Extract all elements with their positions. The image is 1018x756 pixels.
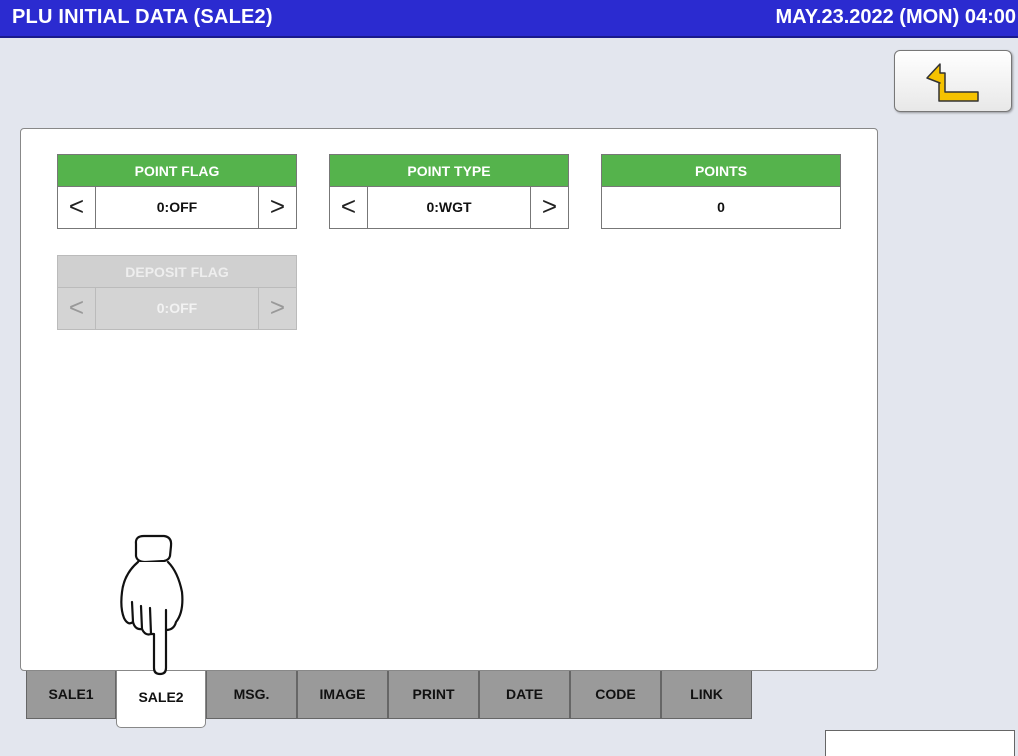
title-bar: PLU INITIAL DATA (SALE2) MAY.23.2022 (MO… (0, 0, 1018, 38)
deposit-flag-label: DEPOSIT FLAG (58, 256, 296, 288)
deposit-flag-field: DEPOSIT FLAG < 0:OFF > (57, 255, 297, 330)
points-label: POINTS (602, 155, 840, 187)
points-value[interactable]: 0 (602, 187, 840, 228)
tab-msg[interactable]: MSG. (206, 671, 297, 719)
tab-date[interactable]: DATE (479, 671, 570, 719)
point-type-next-button[interactable]: > (530, 187, 568, 228)
point-flag-field: POINT FLAG < 0:OFF > (57, 154, 297, 229)
tab-code[interactable]: CODE (570, 671, 661, 719)
back-button[interactable] (894, 50, 1012, 112)
deposit-flag-next-button: > (258, 288, 296, 329)
status-box (825, 730, 1015, 756)
page-title: PLU INITIAL DATA (SALE2) (12, 6, 273, 28)
point-flag-value[interactable]: 0:OFF (96, 187, 258, 228)
tab-print[interactable]: PRINT (388, 671, 479, 719)
point-type-prev-button[interactable]: < (330, 187, 368, 228)
tab-image[interactable]: IMAGE (297, 671, 388, 719)
point-type-field: POINT TYPE < 0:WGT > (329, 154, 569, 229)
deposit-flag-prev-button: < (58, 288, 96, 329)
tab-link[interactable]: LINK (661, 671, 752, 719)
tab-sale2[interactable]: SALE2 (116, 671, 206, 728)
date-time: MAY.23.2022 (MON) 04:00 (775, 6, 1017, 28)
return-arrow-icon (926, 63, 979, 102)
point-flag-prev-button[interactable]: < (58, 187, 96, 228)
points-field: POINTS 0 (601, 154, 841, 229)
tab-sale1[interactable]: SALE1 (26, 671, 116, 719)
point-flag-next-button[interactable]: > (258, 187, 296, 228)
pointing-hand-icon (120, 534, 184, 676)
point-flag-label: POINT FLAG (58, 155, 296, 187)
point-type-label: POINT TYPE (330, 155, 568, 187)
deposit-flag-value: 0:OFF (156, 300, 198, 316)
point-type-value[interactable]: 0:WGT (368, 187, 530, 228)
